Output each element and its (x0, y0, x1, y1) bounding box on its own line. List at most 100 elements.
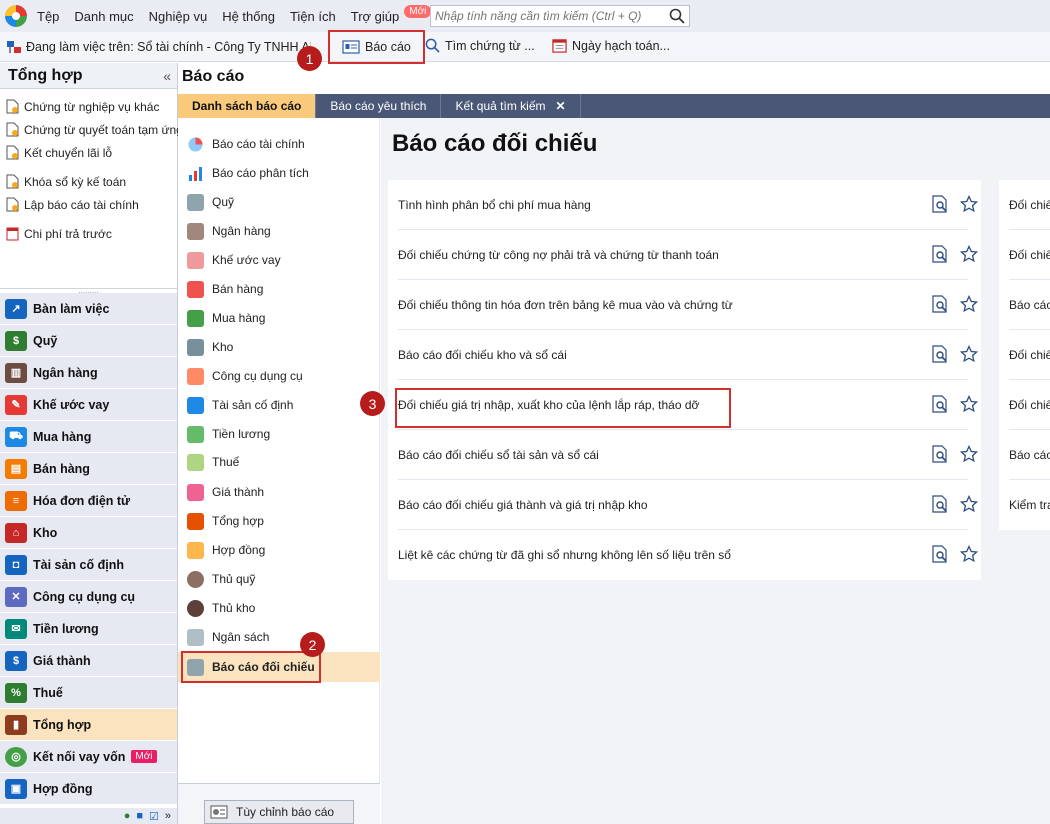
star-icon[interactable] (960, 395, 978, 413)
category-contracts[interactable]: Hợp đồng (178, 536, 380, 564)
menu-file[interactable]: Tệp (37, 9, 59, 24)
preview-icon[interactable] (932, 245, 948, 263)
nav-item-warehouse[interactable]: ⌂ Kho (0, 517, 177, 549)
category-costing[interactable]: Giá thành (178, 478, 380, 506)
preview-icon[interactable] (932, 445, 948, 463)
preview-icon[interactable] (932, 195, 948, 213)
report-row[interactable]: Liệt kê các chứng từ đã ghi sổ nhưng khô… (398, 530, 978, 580)
nav-item-costing[interactable]: $ Giá thành (0, 645, 177, 677)
costing-icon: $ (5, 650, 27, 671)
tab-report-list[interactable]: Danh sách báo cáo (178, 94, 317, 118)
category-warehouse[interactable]: Kho (178, 333, 380, 361)
find-voucher-button[interactable]: Tìm chứng từ ... (425, 38, 535, 53)
posting-date-button[interactable]: Ngày hạch toán... (552, 38, 670, 53)
report-button[interactable]: Báo cáo (328, 30, 425, 64)
report-row[interactable]: Đối chiế (1009, 330, 1050, 380)
feature-search-input[interactable] (435, 9, 660, 23)
star-icon[interactable] (960, 495, 978, 513)
category-storekeeper[interactable]: Thủ kho (178, 594, 380, 622)
nav-item-loan[interactable]: ✎ Khế ước vay (0, 389, 177, 421)
preview-icon[interactable] (932, 495, 948, 513)
bank-icon[interactable]: ■ (136, 810, 143, 822)
report-row[interactable]: Báo cáo (1009, 280, 1050, 330)
category-cashier[interactable]: Thủ quỹ (178, 565, 380, 593)
store-icon: ▤ (5, 458, 27, 479)
nav-item-fixed-assets[interactable]: ◘ Tài sản cố định (0, 549, 177, 581)
menu-system[interactable]: Hệ thống (222, 9, 275, 24)
quick-link[interactable]: Kết chuyển lãi lỗ (0, 141, 177, 164)
collapse-icon[interactable]: « (163, 68, 171, 84)
nav-item-purchase[interactable]: ⛟ Mua hàng (0, 421, 177, 453)
category-payroll[interactable]: Tiền lương (178, 420, 380, 448)
quick-link[interactable]: Lập báo cáo tài chính (0, 193, 177, 216)
report-row[interactable]: Kiểm tra (1009, 480, 1050, 530)
star-icon[interactable] (960, 545, 978, 563)
star-icon[interactable] (960, 245, 978, 263)
category-reconciliation[interactable]: Báo cáo đối chiếu (178, 651, 380, 683)
document-icon (6, 99, 19, 114)
search-icon[interactable] (669, 8, 685, 24)
category-general[interactable]: Tổng hợp (178, 507, 380, 535)
category-loan[interactable]: Khế ước vay (178, 246, 380, 274)
close-icon[interactable]: ✕ (556, 99, 566, 113)
app-logo-icon[interactable] (5, 5, 27, 27)
category-financial-report[interactable]: Báo cáo tài chính (178, 130, 380, 158)
category-analysis-report[interactable]: Báo cáo phân tích (178, 159, 380, 187)
preview-icon[interactable] (932, 395, 948, 413)
preview-icon[interactable] (932, 345, 948, 363)
report-row-highlighted[interactable]: Đối chiếu giá trị nhập, xuất kho của lện… (395, 380, 978, 430)
report-row[interactable]: Đối chiế (1009, 230, 1050, 280)
quick-link[interactable]: Chứng từ nghiệp vụ khác (0, 95, 177, 118)
tab-search-results[interactable]: Kết quả tìm kiếm ✕ (441, 94, 581, 118)
report-row[interactable]: Báo cáo (1009, 430, 1050, 480)
nav-item-cash[interactable]: $ Quỹ (0, 325, 177, 357)
quick-link[interactable]: Chứng từ quyết toán tạm ứng (0, 118, 183, 141)
nav-item-contracts[interactable]: ▣ Hợp đồng (0, 773, 177, 805)
quick-link[interactable]: Chi phí trả trước (0, 222, 177, 245)
loan-icon (187, 251, 204, 269)
category-sales[interactable]: Bán hàng (178, 275, 380, 303)
preview-icon[interactable] (932, 545, 948, 563)
nav-item-sales[interactable]: ▤ Bán hàng (0, 453, 177, 485)
report-row[interactable]: Báo cáo đối chiếu sổ tài sản và sổ cái (398, 430, 978, 480)
nav-item-payroll[interactable]: ✉ Tiền lương (0, 613, 177, 645)
nav-item-bank[interactable]: ▥ Ngân hàng (0, 357, 177, 389)
report-row[interactable]: Báo cáo đối chiếu giá thành và giá trị n… (398, 480, 978, 530)
star-icon[interactable] (960, 295, 978, 313)
category-bank[interactable]: Ngân hàng (178, 217, 380, 245)
category-purchase[interactable]: Mua hàng (178, 304, 380, 332)
tab-favorite-reports[interactable]: Báo cáo yêu thích (316, 94, 442, 118)
star-icon[interactable] (960, 345, 978, 363)
star-icon[interactable] (960, 445, 978, 463)
report-row[interactable]: Đối chiế (1009, 180, 1050, 230)
category-tools[interactable]: Công cụ dụng cụ (178, 362, 380, 390)
preview-icon[interactable] (932, 295, 948, 313)
check-icon[interactable]: ☑ (149, 810, 159, 823)
nav-item-general[interactable]: ▮ Tổng hợp (0, 709, 177, 741)
menu-catalog[interactable]: Danh mục (74, 9, 133, 24)
category-budget[interactable]: Ngân sách (178, 623, 380, 651)
report-card-secondary: Đối chiế Đối chiế Báo cáo Đối chiế Đối c… (999, 180, 1050, 530)
nav-item-einvoice[interactable]: ≡ Hóa đơn điện tử (0, 485, 177, 517)
more-icon[interactable]: » (165, 810, 171, 822)
category-cash[interactable]: Quỹ (178, 188, 380, 216)
nav-item-desk[interactable]: ↗ Bàn làm việc (0, 293, 177, 325)
menu-help[interactable]: Trợ giúp (351, 9, 400, 24)
quick-link[interactable]: Khóa sổ kỳ kế toán (0, 170, 177, 193)
category-tax[interactable]: Thuế (178, 448, 380, 476)
report-row[interactable]: Đối chiếu thông tin hóa đơn trên bảng kê… (398, 280, 978, 330)
report-row[interactable]: Đối chiếu chứng từ công nợ phải trả và c… (398, 230, 978, 280)
category-fixed-assets[interactable]: Tài sản cố định (178, 391, 380, 419)
customize-report-button[interactable]: Tùy chỉnh báo cáo (204, 800, 354, 824)
cash-icon[interactable]: ● (124, 810, 131, 822)
star-icon[interactable] (960, 195, 978, 213)
category-label: Ngân hàng (212, 224, 271, 238)
menu-utilities[interactable]: Tiện ích (290, 9, 336, 24)
nav-item-tax[interactable]: % Thuế (0, 677, 177, 709)
report-row[interactable]: Tình hình phân bổ chi phí mua hàng (398, 180, 978, 230)
report-row[interactable]: Báo cáo đối chiếu kho và sổ cái (398, 330, 978, 380)
nav-item-loan-connect[interactable]: ◎ Kết nối vay vốn Mới (0, 741, 177, 773)
menu-operations[interactable]: Nghiệp vụ (149, 9, 208, 24)
nav-item-tools[interactable]: ✕ Công cụ dụng cụ (0, 581, 177, 613)
report-row[interactable]: Đối chiế (1009, 380, 1050, 430)
